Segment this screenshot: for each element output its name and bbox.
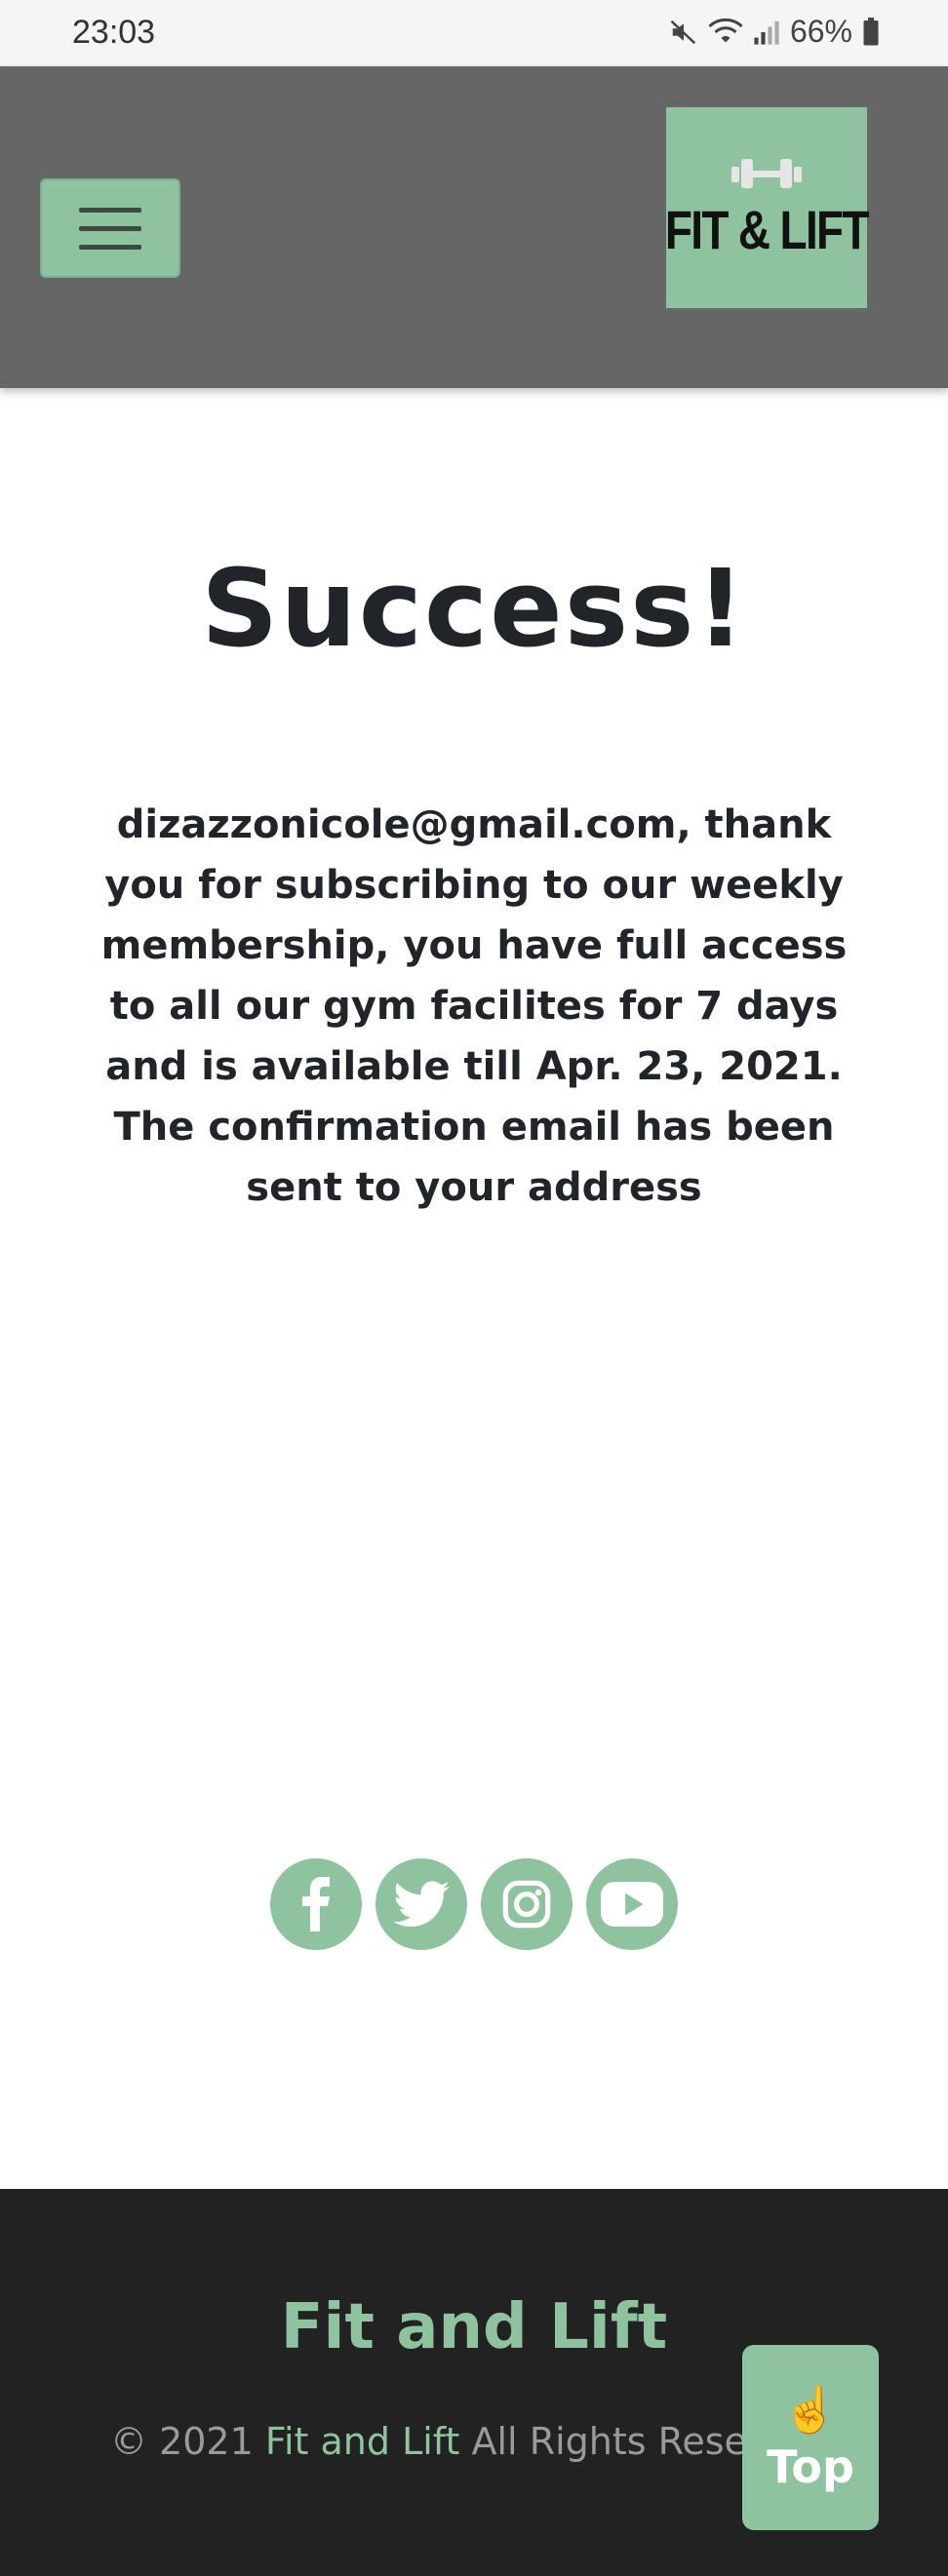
youtube-icon [601, 1882, 663, 1927]
instagram-icon [502, 1880, 551, 1929]
facebook-link[interactable] [270, 1858, 362, 1950]
site-logo[interactable]: FIT & LIFT [664, 107, 870, 308]
status-bar: 23:03 66% [0, 0, 948, 66]
dumbbell-icon [731, 158, 802, 188]
wifi-icon [708, 18, 743, 42]
battery-percent: 66% [789, 14, 852, 49]
back-to-top-button[interactable]: ☝️ Top [742, 2345, 879, 2530]
status-icons: 66% [669, 14, 880, 50]
menu-toggle-button[interactable] [40, 178, 180, 278]
footer-copyright: © 2021 Fit and Lift All Rights Rese [110, 2420, 747, 2463]
site-header: FIT & LIFT [0, 66, 948, 388]
signal-icon [754, 20, 779, 45]
back-to-top-label: Top [767, 2440, 854, 2493]
battery-icon [863, 17, 879, 45]
hamburger-line [79, 225, 141, 231]
copyright-prefix: © 2021 [110, 2420, 265, 2463]
status-time: 23:03 [72, 14, 156, 51]
social-links [270, 1858, 678, 1950]
logo-text: FIT & LIFT [664, 198, 870, 260]
footer-brand-link[interactable]: Fit and Lift [265, 2420, 460, 2463]
copyright-suffix: All Rights Rese [459, 2420, 747, 2463]
pointing-up-icon: ☝️ [782, 2383, 839, 2436]
twitter-link[interactable] [375, 1858, 467, 1950]
hamburger-line [79, 244, 141, 250]
youtube-link[interactable] [586, 1858, 678, 1950]
facebook-icon [302, 1877, 330, 1932]
mute-icon [670, 20, 696, 44]
instagram-link[interactable] [481, 1858, 573, 1950]
page-title: Success! [201, 546, 747, 671]
hamburger-icon [79, 207, 141, 213]
twitter-icon [393, 1881, 450, 1928]
confirmation-message: dizazzonicole@gmail.com, thank you for s… [100, 802, 848, 1210]
